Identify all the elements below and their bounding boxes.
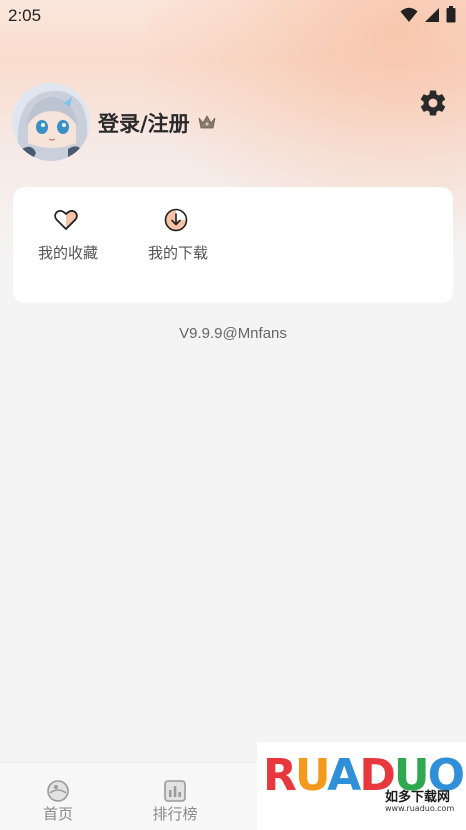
crown-icon bbox=[198, 115, 216, 129]
download-icon bbox=[164, 208, 188, 232]
status-time: 2:05 bbox=[8, 6, 42, 25]
watermark-logo: RUADUO 如多下载网 www.ruaduo.com bbox=[257, 742, 466, 830]
status-icons bbox=[400, 6, 456, 23]
watermark-url: www.ruaduo.com bbox=[385, 804, 455, 813]
status-bar: 2:05 bbox=[0, 0, 466, 34]
quick-actions-card: 我的收藏 我的下载 bbox=[13, 187, 453, 303]
tab-ranking-label: 排行榜 bbox=[152, 805, 198, 823]
watermark-letter: U bbox=[294, 750, 329, 801]
watermark-letter: R bbox=[263, 750, 297, 801]
gear-icon[interactable] bbox=[418, 88, 448, 118]
version-text: V9.9.9@Mnfans bbox=[179, 325, 287, 342]
battery-icon bbox=[446, 6, 456, 23]
signal-icon bbox=[425, 7, 439, 22]
tab-ranking[interactable]: 排行榜 bbox=[130, 763, 220, 830]
home-icon bbox=[47, 780, 69, 802]
avatar[interactable] bbox=[12, 83, 90, 161]
watermark-letter: A bbox=[327, 750, 361, 801]
screen: 2:05 登录/注册 我的收藏 我的下载 V9.9.9@Mnfans 首页 排行… bbox=[0, 0, 466, 830]
my-downloads-label: 我的下载 bbox=[147, 244, 208, 262]
login-register-link[interactable]: 登录/注册 bbox=[98, 108, 190, 138]
wifi-icon bbox=[400, 7, 418, 22]
heart-icon bbox=[54, 210, 78, 230]
my-favorites-button[interactable]: 我的收藏 bbox=[23, 187, 113, 303]
my-favorites-label: 我的收藏 bbox=[37, 244, 98, 262]
tab-home-label: 首页 bbox=[42, 805, 73, 823]
avatar-image bbox=[12, 83, 90, 161]
tab-home[interactable]: 首页 bbox=[13, 763, 103, 830]
ranking-icon bbox=[164, 780, 186, 802]
my-downloads-button[interactable]: 我的下载 bbox=[133, 187, 223, 303]
watermark-chinese: 如多下载网 bbox=[385, 790, 451, 805]
